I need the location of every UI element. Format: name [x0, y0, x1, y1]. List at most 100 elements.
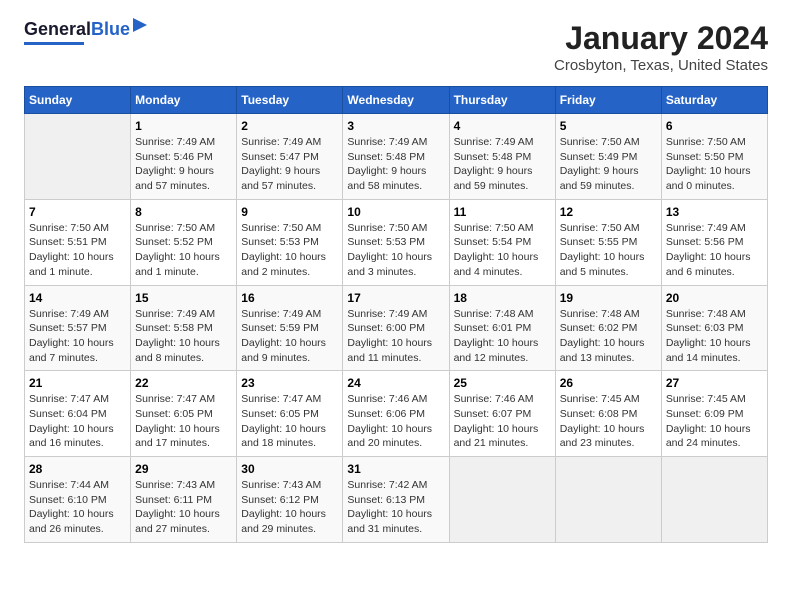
- day-number: 31: [347, 462, 444, 476]
- page-header: GeneralBlue January 2024 Crosbyton, Texa…: [24, 20, 768, 74]
- calendar-cell: 19Sunrise: 7:48 AMSunset: 6:02 PMDayligh…: [555, 285, 661, 371]
- day-info: Sunrise: 7:45 AMSunset: 6:09 PMDaylight:…: [666, 392, 763, 451]
- calendar-cell: 14 Sunrise: 7:49 AMSunset: 5:57 PMDayligh…: [25, 285, 131, 371]
- day-info: Sunrise: 7:49 AMSunset: 6:00 PMDaylight:…: [347, 307, 444, 366]
- day-info: Sunrise: 7:43 AMSunset: 6:11 PMDaylight:…: [135, 478, 232, 537]
- calendar-cell: 24Sunrise: 7:46 AMSunset: 6:06 PMDayligh…: [343, 371, 449, 457]
- weekday-header: Sunday: [25, 87, 131, 114]
- calendar-cell: 4 Sunrise: 7:49 AMSunset: 5:48 PMDaylight…: [449, 114, 555, 200]
- day-info: Sunrise: 7:47 AMSunset: 6:04 PMDaylight:…: [29, 392, 126, 451]
- calendar-cell: 2 Sunrise: 7:49 AMSunset: 5:47 PMDaylight…: [237, 114, 343, 200]
- day-number: 20: [666, 291, 763, 305]
- calendar-cell: [449, 457, 555, 543]
- calendar-cell: 5 Sunrise: 7:50 AMSunset: 5:49 PMDaylight…: [555, 114, 661, 200]
- day-number: 26: [560, 376, 657, 390]
- calendar-cell: 11 Sunrise: 7:50 AMSunset: 5:54 PMDayligh…: [449, 199, 555, 285]
- day-number: 2: [241, 119, 338, 133]
- day-info: Sunrise: 7:45 AMSunset: 6:08 PMDaylight:…: [560, 392, 657, 451]
- day-number: 21: [29, 376, 126, 390]
- weekday-header: Monday: [131, 87, 237, 114]
- calendar-cell: 12Sunrise: 7:50 AMSunset: 5:55 PMDayligh…: [555, 199, 661, 285]
- calendar-cell: 6 Sunrise: 7:50 AMSunset: 5:50 PMDaylight…: [661, 114, 767, 200]
- day-info: Sunrise: 7:46 AMSunset: 6:07 PMDaylight:…: [454, 392, 551, 451]
- day-number: 6: [666, 119, 763, 133]
- day-info: Sunrise: 7:49 AMSunset: 5:59 PMDaylight:…: [241, 307, 338, 366]
- logo: GeneralBlue: [24, 20, 147, 45]
- logo-arrow-icon: [133, 18, 147, 32]
- calendar-cell: 15Sunrise: 7:49 AMSunset: 5:58 PMDayligh…: [131, 285, 237, 371]
- day-info: Sunrise: 7:50 AMSunset: 5:49 PMDaylight:…: [560, 135, 657, 194]
- calendar-cell: 25 Sunrise: 7:46 AMSunset: 6:07 PMDayligh…: [449, 371, 555, 457]
- day-number: 13: [666, 205, 763, 219]
- calendar-cell: 31Sunrise: 7:42 AMSunset: 6:13 PMDayligh…: [343, 457, 449, 543]
- calendar-week-row: 1Sunrise: 7:49 AMSunset: 5:46 PMDaylight…: [25, 114, 768, 200]
- title-block: January 2024 Crosbyton, Texas, United St…: [554, 20, 768, 74]
- day-info: Sunrise: 7:50 AMSunset: 5:50 PMDaylight:…: [666, 135, 763, 194]
- calendar-week-row: 7Sunrise: 7:50 AMSunset: 5:51 PMDaylight…: [25, 199, 768, 285]
- calendar-cell: 3 Sunrise: 7:49 AMSunset: 5:48 PMDaylight…: [343, 114, 449, 200]
- day-number: 10: [347, 205, 444, 219]
- calendar-week-row: 21 Sunrise: 7:47 AMSunset: 6:04 PMDayligh…: [25, 371, 768, 457]
- day-number: 25: [454, 376, 551, 390]
- calendar-cell: 18 Sunrise: 7:48 AMSunset: 6:01 PMDayligh…: [449, 285, 555, 371]
- calendar-cell: 13 Sunrise: 7:49 AMSunset: 5:56 PMDayligh…: [661, 199, 767, 285]
- day-number: 24: [347, 376, 444, 390]
- day-number: 16: [241, 291, 338, 305]
- day-info: Sunrise: 7:49 AMSunset: 5:48 PMDaylight:…: [347, 135, 444, 194]
- calendar-cell: 17 Sunrise: 7:49 AMSunset: 6:00 PMDayligh…: [343, 285, 449, 371]
- weekday-header: Thursday: [449, 87, 555, 114]
- day-info: Sunrise: 7:49 AMSunset: 5:47 PMDaylight:…: [241, 135, 338, 194]
- day-number: 17: [347, 291, 444, 305]
- day-info: Sunrise: 7:50 AMSunset: 5:53 PMDaylight:…: [241, 221, 338, 280]
- day-number: 5: [560, 119, 657, 133]
- day-info: Sunrise: 7:44 AMSunset: 6:10 PMDaylight:…: [29, 478, 126, 537]
- calendar-cell: 9Sunrise: 7:50 AMSunset: 5:53 PMDaylight…: [237, 199, 343, 285]
- day-info: Sunrise: 7:50 AMSunset: 5:51 PMDaylight:…: [29, 221, 126, 280]
- calendar-cell: 16 Sunrise: 7:49 AMSunset: 5:59 PMDayligh…: [237, 285, 343, 371]
- day-number: 14: [29, 291, 126, 305]
- day-number: 18: [454, 291, 551, 305]
- day-info: Sunrise: 7:50 AMSunset: 5:53 PMDaylight:…: [347, 221, 444, 280]
- day-number: 4: [454, 119, 551, 133]
- day-number: 12: [560, 205, 657, 219]
- page-title: January 2024: [554, 20, 768, 57]
- page-subtitle: Crosbyton, Texas, United States: [554, 57, 768, 74]
- calendar-cell: 10 Sunrise: 7:50 AMSunset: 5:53 PMDayligh…: [343, 199, 449, 285]
- day-number: 15: [135, 291, 232, 305]
- calendar-week-row: 28 Sunrise: 7:44 AMSunset: 6:10 PMDayligh…: [25, 457, 768, 543]
- calendar-table: SundayMondayTuesdayWednesdayThursdayFrid…: [24, 86, 768, 543]
- day-number: 29: [135, 462, 232, 476]
- calendar-cell: 1Sunrise: 7:49 AMSunset: 5:46 PMDaylight…: [131, 114, 237, 200]
- weekday-header: Tuesday: [237, 87, 343, 114]
- day-info: Sunrise: 7:49 AMSunset: 5:48 PMDaylight:…: [454, 135, 551, 194]
- calendar-cell: 7Sunrise: 7:50 AMSunset: 5:51 PMDaylight…: [25, 199, 131, 285]
- calendar-cell: [25, 114, 131, 200]
- calendar-cell: 8 Sunrise: 7:50 AMSunset: 5:52 PMDaylight…: [131, 199, 237, 285]
- day-number: 28: [29, 462, 126, 476]
- day-info: Sunrise: 7:50 AMSunset: 5:52 PMDaylight:…: [135, 221, 232, 280]
- day-number: 8: [135, 205, 232, 219]
- day-info: Sunrise: 7:47 AMSunset: 6:05 PMDaylight:…: [241, 392, 338, 451]
- day-number: 3: [347, 119, 444, 133]
- day-number: 1: [135, 119, 232, 133]
- day-info: Sunrise: 7:48 AMSunset: 6:03 PMDaylight:…: [666, 307, 763, 366]
- day-info: Sunrise: 7:50 AMSunset: 5:54 PMDaylight:…: [454, 221, 551, 280]
- logo-underline: [24, 42, 84, 45]
- calendar-cell: 21 Sunrise: 7:47 AMSunset: 6:04 PMDayligh…: [25, 371, 131, 457]
- calendar-week-row: 14 Sunrise: 7:49 AMSunset: 5:57 PMDayligh…: [25, 285, 768, 371]
- weekday-header: Saturday: [661, 87, 767, 114]
- day-info: Sunrise: 7:49 AMSunset: 5:56 PMDaylight:…: [666, 221, 763, 280]
- weekday-header: Friday: [555, 87, 661, 114]
- day-number: 11: [454, 205, 551, 219]
- day-number: 22: [135, 376, 232, 390]
- calendar-cell: 30Sunrise: 7:43 AMSunset: 6:12 PMDayligh…: [237, 457, 343, 543]
- logo-text: GeneralBlue: [24, 20, 130, 40]
- calendar-cell: 23 Sunrise: 7:47 AMSunset: 6:05 PMDayligh…: [237, 371, 343, 457]
- day-number: 23: [241, 376, 338, 390]
- day-info: Sunrise: 7:48 AMSunset: 6:01 PMDaylight:…: [454, 307, 551, 366]
- calendar-cell: [661, 457, 767, 543]
- weekday-header-row: SundayMondayTuesdayWednesdayThursdayFrid…: [25, 87, 768, 114]
- day-info: Sunrise: 7:49 AMSunset: 5:57 PMDaylight:…: [29, 307, 126, 366]
- day-number: 30: [241, 462, 338, 476]
- calendar-cell: [555, 457, 661, 543]
